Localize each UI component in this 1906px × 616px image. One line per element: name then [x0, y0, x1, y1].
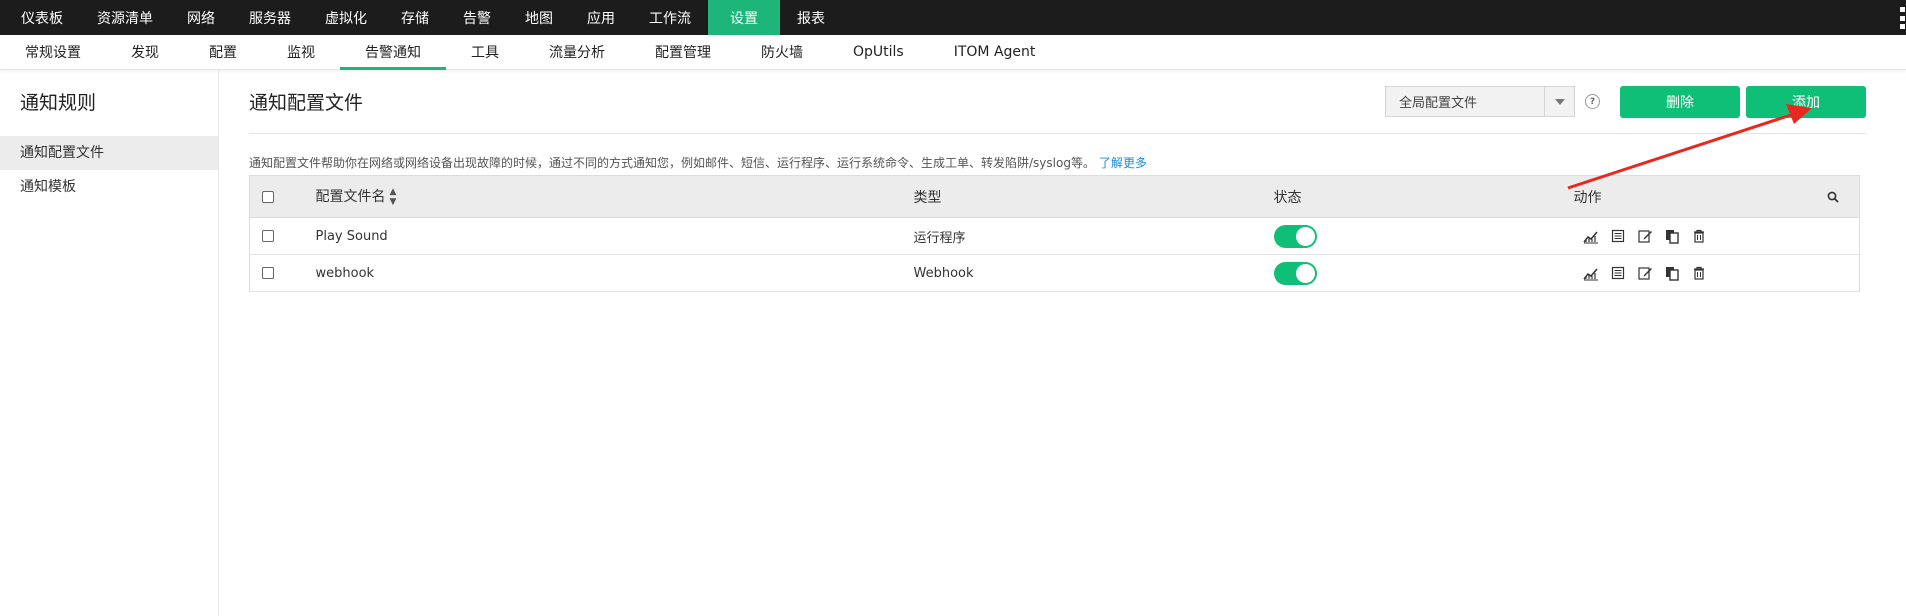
topnav-item-servers[interactable]: 服务器 [232, 0, 308, 35]
column-header-type: 类型 [913, 175, 1274, 218]
log-icon[interactable] [1609, 264, 1627, 282]
topnav-item-storage[interactable]: 存储 [384, 0, 446, 35]
chevron-down-icon[interactable] [1544, 87, 1574, 116]
notification-profiles-table: 配置文件名 ▲ ▼ 类型 状态 动作 Play Sound 运行程序 webho… [249, 175, 1860, 292]
trash-icon[interactable] [1690, 227, 1708, 245]
profile-type-cell: Webhook [913, 254, 1274, 292]
main-content: 通知配置文件 全局配置文件 ? 删除 添加 通知配置文件帮助你在网络或网络设备出… [219, 70, 1906, 616]
tab-config-management[interactable]: 配置管理 [630, 35, 736, 69]
profile-name-cell[interactable]: Play Sound [315, 217, 914, 255]
sidebar: 通知规则 通知配置文件 通知模板 [0, 70, 219, 616]
tab-firewall[interactable]: 防火墙 [736, 35, 828, 69]
table-header-row: 配置文件名 ▲ ▼ 类型 状态 动作 [249, 175, 1860, 218]
top-navigation: 仪表板 资源清单 网络 服务器 虚拟化 存储 告警 地图 应用 工作流 设置 报… [0, 0, 1906, 35]
topnav-item-inventory[interactable]: 资源清单 [80, 0, 170, 35]
topnav-item-apps[interactable]: 应用 [570, 0, 632, 35]
tab-oputils[interactable]: OpUtils [828, 35, 929, 69]
sidebar-item-notification-templates[interactable]: 通知模板 [0, 170, 218, 204]
column-header-name[interactable]: 配置文件名 ▲ ▼ [315, 175, 914, 218]
learn-more-link[interactable]: 了解更多 [1099, 156, 1147, 170]
help-icon[interactable]: ? [1585, 94, 1600, 109]
sub-navigation: 常规设置 发现 配置 监视 告警通知 工具 流量分析 配置管理 防火墙 OpUt… [0, 35, 1906, 70]
log-icon[interactable] [1609, 227, 1627, 245]
chart-icon[interactable] [1582, 227, 1600, 245]
tab-alarm-notification[interactable]: 告警通知 [340, 35, 446, 70]
sort-icon[interactable]: ▲ ▼ [390, 187, 397, 207]
profile-scope-select[interactable]: 全局配置文件 [1385, 86, 1575, 117]
edit-icon[interactable] [1636, 227, 1654, 245]
page-description: 通知配置文件帮助你在网络或网络设备出现故障的时候，通过不同的方式通知您，例如邮件… [249, 155, 1866, 171]
tab-configuration[interactable]: 配置 [184, 35, 262, 69]
tab-discovery[interactable]: 发现 [106, 35, 184, 69]
page-title: 通知配置文件 [249, 92, 364, 114]
chart-icon[interactable] [1582, 264, 1600, 282]
tab-monitoring[interactable]: 监视 [262, 35, 340, 69]
sidebar-item-notification-profiles[interactable]: 通知配置文件 [0, 136, 218, 170]
delete-button[interactable]: 删除 [1620, 85, 1740, 118]
add-button[interactable]: 添加 [1746, 85, 1866, 118]
more-menu-icon[interactable] [1900, 7, 1906, 29]
row-checkbox[interactable] [262, 267, 274, 279]
column-header-actions: 动作 [1573, 175, 1706, 218]
select-all-checkbox[interactable] [262, 190, 274, 203]
edit-icon[interactable] [1636, 264, 1654, 282]
column-header-status: 状态 [1273, 175, 1574, 218]
status-toggle[interactable] [1273, 261, 1317, 285]
tab-tools[interactable]: 工具 [446, 35, 524, 69]
tab-itom-agent[interactable]: ITOM Agent [929, 35, 1061, 69]
copy-icon[interactable] [1663, 227, 1681, 245]
profile-scope-value: 全局配置文件 [1399, 96, 1478, 111]
profile-type-cell: 运行程序 [913, 217, 1274, 255]
topnav-item-maps[interactable]: 地图 [508, 0, 570, 35]
topnav-item-reports[interactable]: 报表 [780, 0, 842, 35]
sidebar-title: 通知规则 [20, 92, 97, 114]
profile-name-cell[interactable]: webhook [315, 254, 914, 292]
copy-icon[interactable] [1663, 264, 1681, 282]
table-row: webhook Webhook [249, 254, 1860, 292]
topnav-item-network[interactable]: 网络 [170, 0, 232, 35]
topnav-item-virtualization[interactable]: 虚拟化 [308, 0, 384, 35]
topnav-item-dashboard[interactable]: 仪表板 [4, 0, 80, 35]
table-search-icon[interactable] [1705, 175, 1860, 218]
status-toggle[interactable] [1273, 224, 1317, 248]
topnav-item-settings[interactable]: 设置 [708, 0, 780, 35]
tab-general-settings[interactable]: 常规设置 [0, 35, 106, 69]
topnav-item-alarms[interactable]: 告警 [446, 0, 508, 35]
topnav-item-workflow[interactable]: 工作流 [632, 0, 708, 35]
page-header: 通知配置文件 全局配置文件 ? 删除 添加 [249, 70, 1866, 134]
table-row: Play Sound 运行程序 [249, 217, 1860, 255]
trash-icon[interactable] [1690, 264, 1708, 282]
tab-traffic-analysis[interactable]: 流量分析 [524, 35, 630, 69]
row-checkbox[interactable] [262, 230, 274, 242]
description-text: 通知配置文件帮助你在网络或网络设备出现故障的时候，通过不同的方式通知您，例如邮件… [249, 156, 1095, 170]
